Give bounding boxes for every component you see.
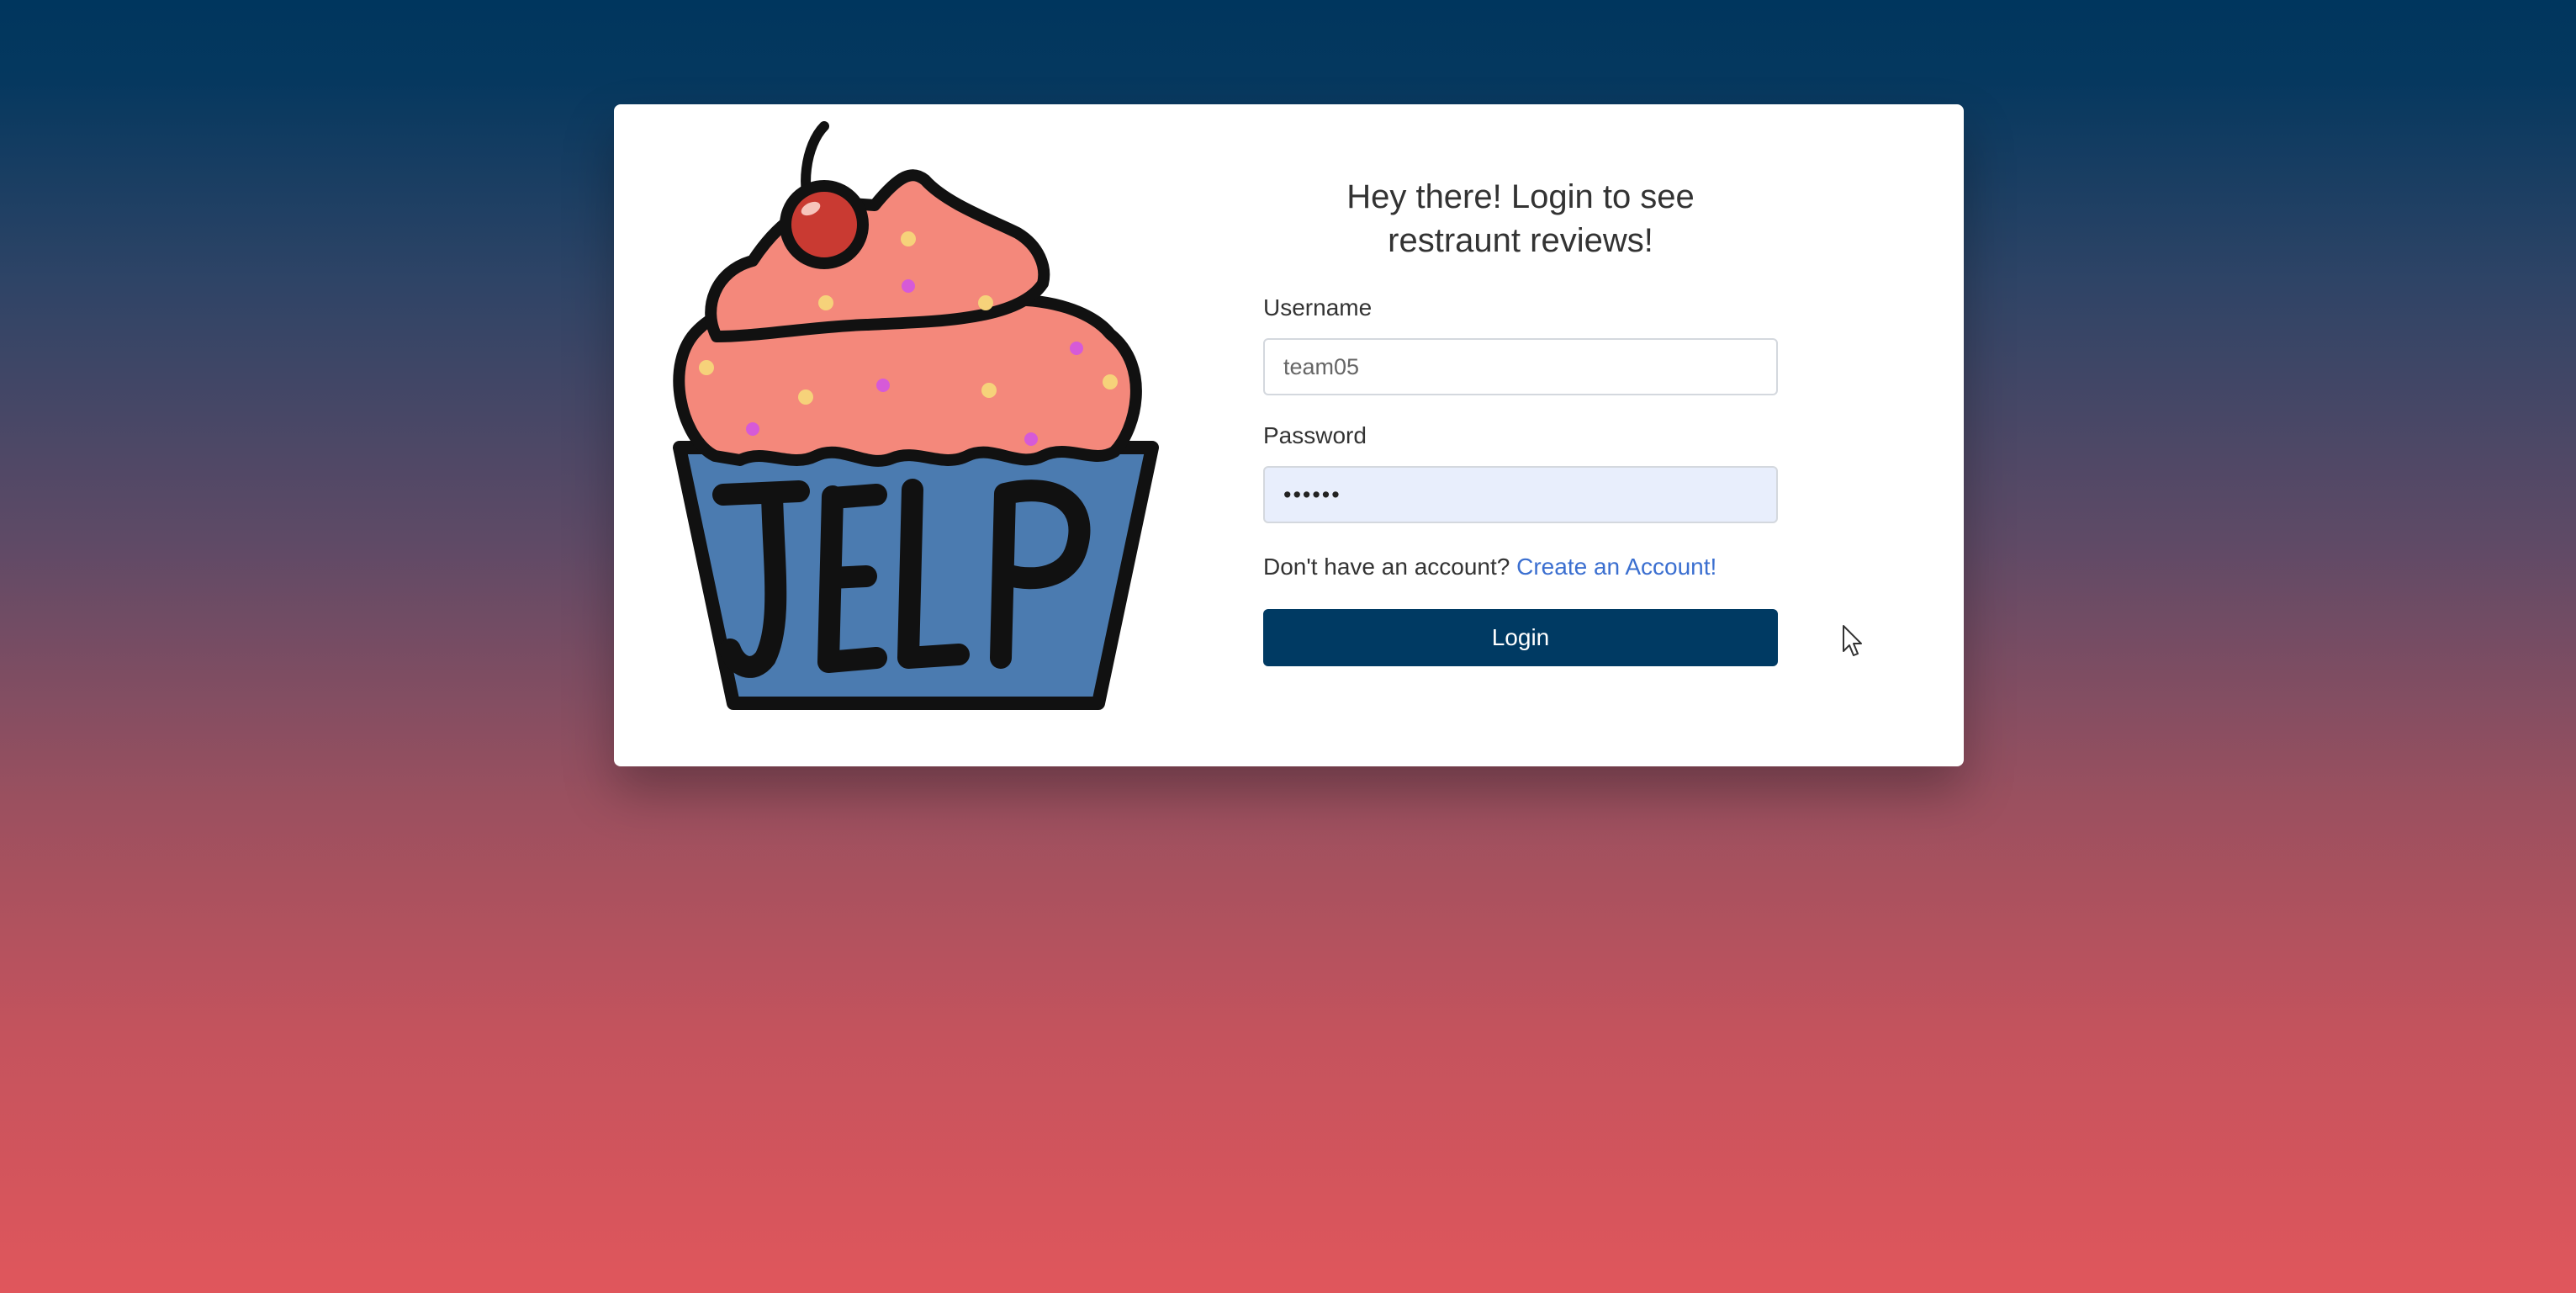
username-field[interactable] bbox=[1263, 338, 1778, 395]
password-group: Password bbox=[1263, 422, 1778, 523]
account-prompt-text: Don't have an account? bbox=[1263, 554, 1510, 580]
title-line-2: restraunt reviews! bbox=[1388, 222, 1653, 259]
mouse-cursor-icon bbox=[1843, 625, 1862, 656]
create-account-link[interactable]: Create an Account! bbox=[1516, 554, 1716, 580]
login-form: Hey there! Login to see restraunt review… bbox=[1263, 175, 1778, 666]
login-card: Hey there! Login to see restraunt review… bbox=[614, 104, 1964, 766]
username-label: Username bbox=[1263, 294, 1373, 321]
page-title: Hey there! Login to see restraunt review… bbox=[1263, 175, 1778, 262]
password-label: Password bbox=[1263, 422, 1367, 448]
cupcake-logo-icon bbox=[673, 121, 1159, 710]
username-group: Username bbox=[1263, 294, 1778, 395]
login-button[interactable]: Login bbox=[1263, 609, 1778, 666]
password-field[interactable] bbox=[1263, 466, 1778, 523]
create-account-prompt: Don't have an account? Create an Account… bbox=[1263, 554, 1778, 580]
title-line-1: Hey there! Login to see bbox=[1346, 178, 1695, 215]
